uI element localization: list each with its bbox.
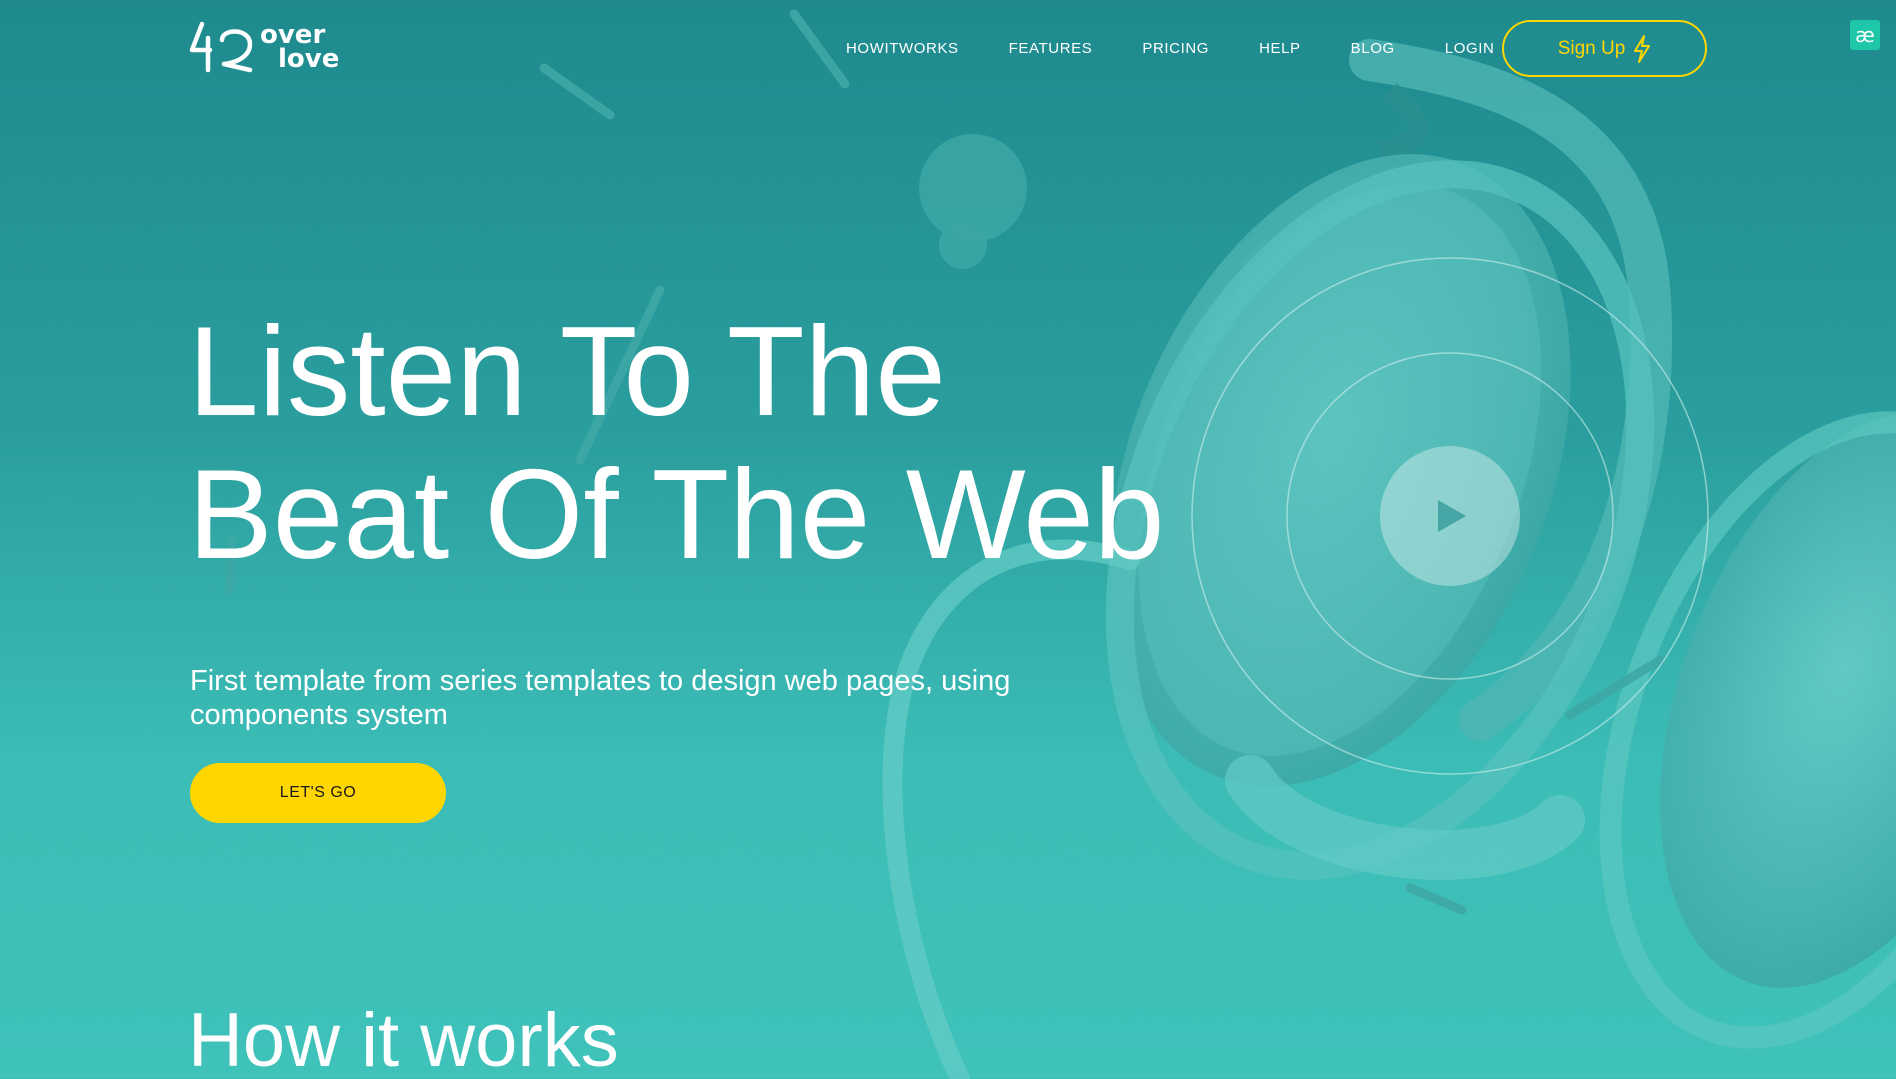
nav-item-help[interactable]: HELP <box>1259 40 1301 57</box>
main-nav: HOWITWORKS FEATURES PRICING HELP BLOG LO… <box>846 40 1494 57</box>
nav-item-pricing[interactable]: PRICING <box>1142 40 1209 57</box>
play-icon <box>1438 500 1466 532</box>
hero-title-line-1: Listen To The <box>188 300 946 442</box>
logo-word-love: love <box>278 44 340 74</box>
signup-button[interactable]: Sign Up <box>1502 20 1707 77</box>
nav-item-howitworks[interactable]: HOWITWORKS <box>846 40 959 57</box>
hero-title-line-2: Beat Of The Web <box>188 443 1165 585</box>
section-title-how-it-works: How it works <box>188 998 619 1079</box>
hero-title: Listen To The Beat Of The Web <box>188 300 1188 586</box>
lightning-icon <box>1634 34 1651 63</box>
signup-label: Sign Up <box>1557 37 1626 59</box>
lets-go-button[interactable]: LET'S GO <box>190 763 446 823</box>
extension-badge-icon[interactable]: æ <box>1850 20 1880 50</box>
hero-subtitle: First template from series templates to … <box>190 665 1011 731</box>
logo-mark-icon <box>189 21 253 73</box>
logo-wordmark: over love <box>260 22 340 74</box>
brand-logo[interactable]: over love <box>188 20 358 74</box>
nav-item-login[interactable]: LOGIN <box>1445 40 1495 57</box>
nav-item-features[interactable]: FEATURES <box>1009 40 1093 57</box>
play-button[interactable] <box>1380 446 1520 586</box>
nav-item-blog[interactable]: BLOG <box>1351 40 1395 57</box>
